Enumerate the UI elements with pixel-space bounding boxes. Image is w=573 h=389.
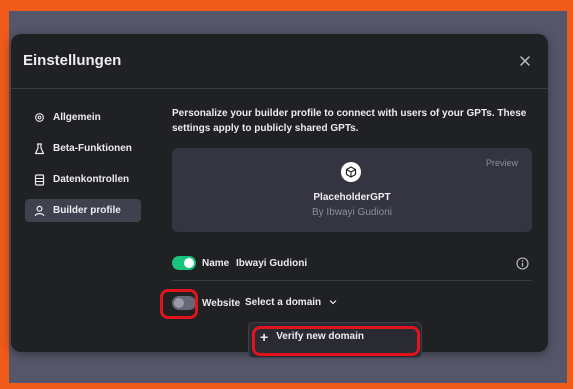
preview-card: Preview PlaceholderGPT By Ibwayi Gudioni [172, 148, 532, 232]
gpt-cube-icon [341, 162, 361, 182]
gear-icon [31, 112, 47, 123]
row-divider [172, 280, 532, 281]
builder-profile-description: Personalize your builder profile to conn… [172, 108, 527, 134]
chevron-down-icon [329, 297, 337, 308]
website-toggle-highlight [160, 289, 198, 319]
dialog-title: Einstellungen [23, 52, 122, 69]
info-icon[interactable] [516, 257, 529, 270]
sidebar-item-datenkontrollen[interactable]: Datenkontrollen [25, 168, 141, 191]
gpt-by-line: By Ibwayi Gudioni [311, 207, 393, 218]
verify-domain-highlight [252, 326, 420, 356]
sidebar-item-allgemein[interactable]: Allgemein [25, 106, 141, 129]
sidebar-item-builder-profile[interactable]: Builder profile [25, 199, 141, 222]
close-button[interactable] [516, 52, 534, 70]
user-icon [31, 205, 47, 217]
name-toggle[interactable] [172, 256, 196, 270]
gpt-name: PlaceholderGPT [313, 192, 391, 203]
settings-dialog: Einstellungen Allgemein Beta-Funktionen … [11, 34, 548, 352]
website-label: Website [202, 298, 241, 309]
preview-label: Preview [485, 158, 518, 168]
name-value: Ibwayi Gudioni [236, 258, 308, 269]
dialog-header: Einstellungen [11, 34, 548, 89]
close-icon [520, 56, 530, 66]
name-label: Name [202, 258, 230, 269]
sidebar-item-label: Allgemein [53, 112, 101, 123]
domain-select-value: Select a domain [245, 297, 322, 308]
sidebar-item-beta-funktionen[interactable]: Beta-Funktionen [25, 137, 141, 160]
toggle-knob [184, 258, 194, 268]
domain-select[interactable]: Select a domain [245, 297, 337, 308]
database-icon [31, 173, 47, 186]
sidebar-item-label: Datenkontrollen [53, 174, 130, 185]
sidebar-item-label: Beta-Funktionen [53, 143, 132, 154]
sidebar-item-label: Builder profile [53, 205, 121, 216]
flask-icon [31, 142, 47, 155]
